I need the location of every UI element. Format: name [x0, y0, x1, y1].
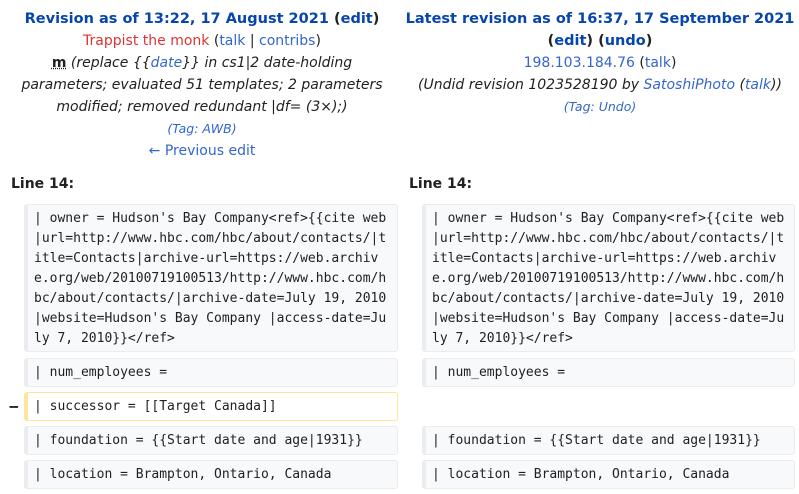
diff-deleted-line-successor: | successor = [[Target Canada]]: [24, 392, 398, 421]
undid-user-link[interactable]: SatoshiPhoto: [644, 77, 736, 93]
diff-context-old-owner: | owner = Hudson's Bay Company<ref>{{cit…: [24, 204, 398, 352]
diff-context-old-location: | location = Brampton, Ontario, Canada: [24, 460, 398, 489]
new-revision-edit-link[interactable]: edit: [554, 33, 586, 49]
old-revision-user-line: Trappist the monk (talk | contribs): [83, 33, 321, 49]
diff-removed-marker: −: [9, 397, 19, 416]
old-revision-link[interactable]: Revision as of 13:22, 17 August 2021: [25, 11, 329, 27]
diff-context-new-location: | location = Brampton, Ontario, Canada: [422, 460, 795, 489]
diff-context-new-num-employees: | num_employees =: [422, 358, 795, 387]
new-revision-header: Latest revision as of 16:37, 17 Septembe…: [405, 8, 795, 118]
new-revision-summary: (Undid revision 1023528190 by SatoshiPho…: [418, 77, 782, 93]
old-revision-header: Revision as of 13:22, 17 August 2021 (ed…: [12, 8, 392, 162]
minor-edit-marker: m: [51, 55, 67, 71]
diff-context-new-owner: | owner = Hudson's Bay Company<ref>{{cit…: [422, 204, 795, 352]
new-revision-tags: (Tag: Undo): [563, 99, 637, 114]
new-revision-user-line: 198.103.184.76 (talk): [523, 55, 677, 71]
summary-pre: (replace {{: [70, 55, 151, 71]
old-revision-talk-link[interactable]: talk: [219, 33, 245, 49]
tag-label-link[interactable]: Tag:: [172, 121, 198, 136]
new-revision-title: Latest revision as of 16:37, 17 Septembe…: [405, 11, 795, 49]
new-revision-user-link[interactable]: 198.103.184.76: [524, 55, 635, 71]
old-revision-title: Revision as of 13:22, 17 August 2021 (ed…: [24, 11, 380, 27]
old-revision-contribs-link[interactable]: contribs: [259, 33, 315, 49]
tag-awb-link[interactable]: AWB: [202, 121, 231, 136]
diff-context-new-foundation: | foundation = {{Start date and age|1931…: [422, 426, 795, 455]
tag-undo-link[interactable]: Undo: [599, 99, 632, 114]
diff-context-old-foundation: | foundation = {{Start date and age|1931…: [24, 426, 398, 455]
summary-date-link[interactable]: date: [151, 55, 183, 71]
tag-label-link-right[interactable]: Tag:: [569, 99, 595, 114]
new-revision-talk-link[interactable]: talk: [645, 55, 671, 71]
diff-context-old-num-employees: | num_employees =: [24, 358, 398, 387]
old-revision-edit-link[interactable]: edit: [341, 11, 373, 27]
old-revision-tags: (Tag: AWB): [167, 121, 237, 136]
old-revision-user-link[interactable]: Trappist the monk: [83, 33, 209, 49]
old-revision-summary: m (replace {{date}} in cs1|2 date-holdin…: [12, 52, 392, 118]
new-revision-link[interactable]: Latest revision as of 16:37, 17 Septembe…: [406, 11, 795, 27]
undid-text: (Undid revision 1023528190 by: [418, 77, 640, 93]
new-line-number: Line 14:: [409, 176, 473, 192]
old-line-number: Line 14:: [11, 176, 75, 192]
new-revision-undo-link[interactable]: undo: [605, 33, 646, 49]
undid-talk-link[interactable]: talk: [745, 77, 771, 93]
previous-edit-link[interactable]: ← Previous edit: [149, 143, 256, 159]
